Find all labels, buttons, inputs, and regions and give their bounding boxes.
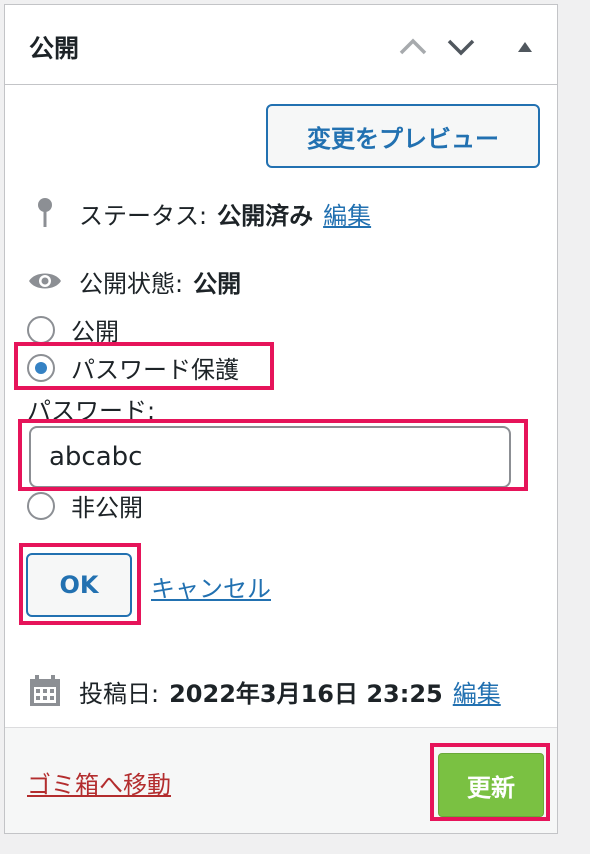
calendar-icon [27, 673, 63, 709]
password-input[interactable]: abcabc [29, 426, 511, 488]
radio-private-label: 非公開 [71, 494, 143, 522]
panel-header: 公開 [5, 5, 557, 85]
panel-title: 公開 [29, 34, 80, 63]
radio-public-label: 公開 [71, 318, 119, 346]
radio-password-label: パスワード保護 [71, 356, 239, 384]
pin-icon [27, 195, 63, 231]
radio-private[interactable] [27, 491, 55, 520]
edit-status-link[interactable]: 編集 [323, 196, 371, 231]
radio-private-option[interactable]: 非公開 [27, 488, 143, 523]
publish-date-row: 投稿日: 2022年3月16日 23:25 編集 [27, 673, 501, 709]
update-button[interactable]: 更新 [438, 753, 544, 817]
radio-public[interactable] [27, 315, 55, 344]
chevron-up-icon [399, 38, 427, 55]
radio-public-option[interactable]: 公開 [27, 312, 119, 347]
visibility-label: 公開状態: [79, 269, 184, 298]
move-up-button[interactable] [393, 27, 433, 67]
ok-button[interactable]: OK [26, 553, 132, 617]
radio-password-option[interactable]: パスワード保護 [27, 350, 239, 385]
visibility-row: 公開状態: 公開 [27, 263, 241, 299]
toggle-panel-button[interactable] [505, 27, 545, 67]
status-label: ステータス: [79, 201, 208, 230]
move-to-trash-link[interactable]: ゴミ箱へ移動 [27, 765, 171, 800]
radio-password-protected[interactable] [27, 353, 55, 382]
publish-panel: 公開 変更をプレビュー ステータス: 公開済み 編集 公開状態: 公開 公開 パ… [4, 4, 558, 834]
status-row: ステータス: 公開済み 編集 [27, 195, 371, 231]
cancel-link[interactable]: キャンセル [151, 569, 271, 604]
eye-icon [27, 263, 63, 299]
edit-date-link[interactable]: 編集 [453, 674, 501, 709]
triangle-up-icon [518, 42, 532, 52]
chevron-down-icon [447, 39, 475, 56]
visibility-value: 公開 [193, 269, 242, 298]
publish-date-label: 投稿日: [79, 679, 160, 708]
password-label: パスワード: [27, 397, 156, 425]
move-down-button[interactable] [441, 27, 481, 67]
publish-date-value: 2022年3月16日 23:25 [169, 679, 443, 708]
status-value: 公開済み [217, 201, 314, 230]
preview-changes-button[interactable]: 変更をプレビュー [266, 104, 540, 168]
